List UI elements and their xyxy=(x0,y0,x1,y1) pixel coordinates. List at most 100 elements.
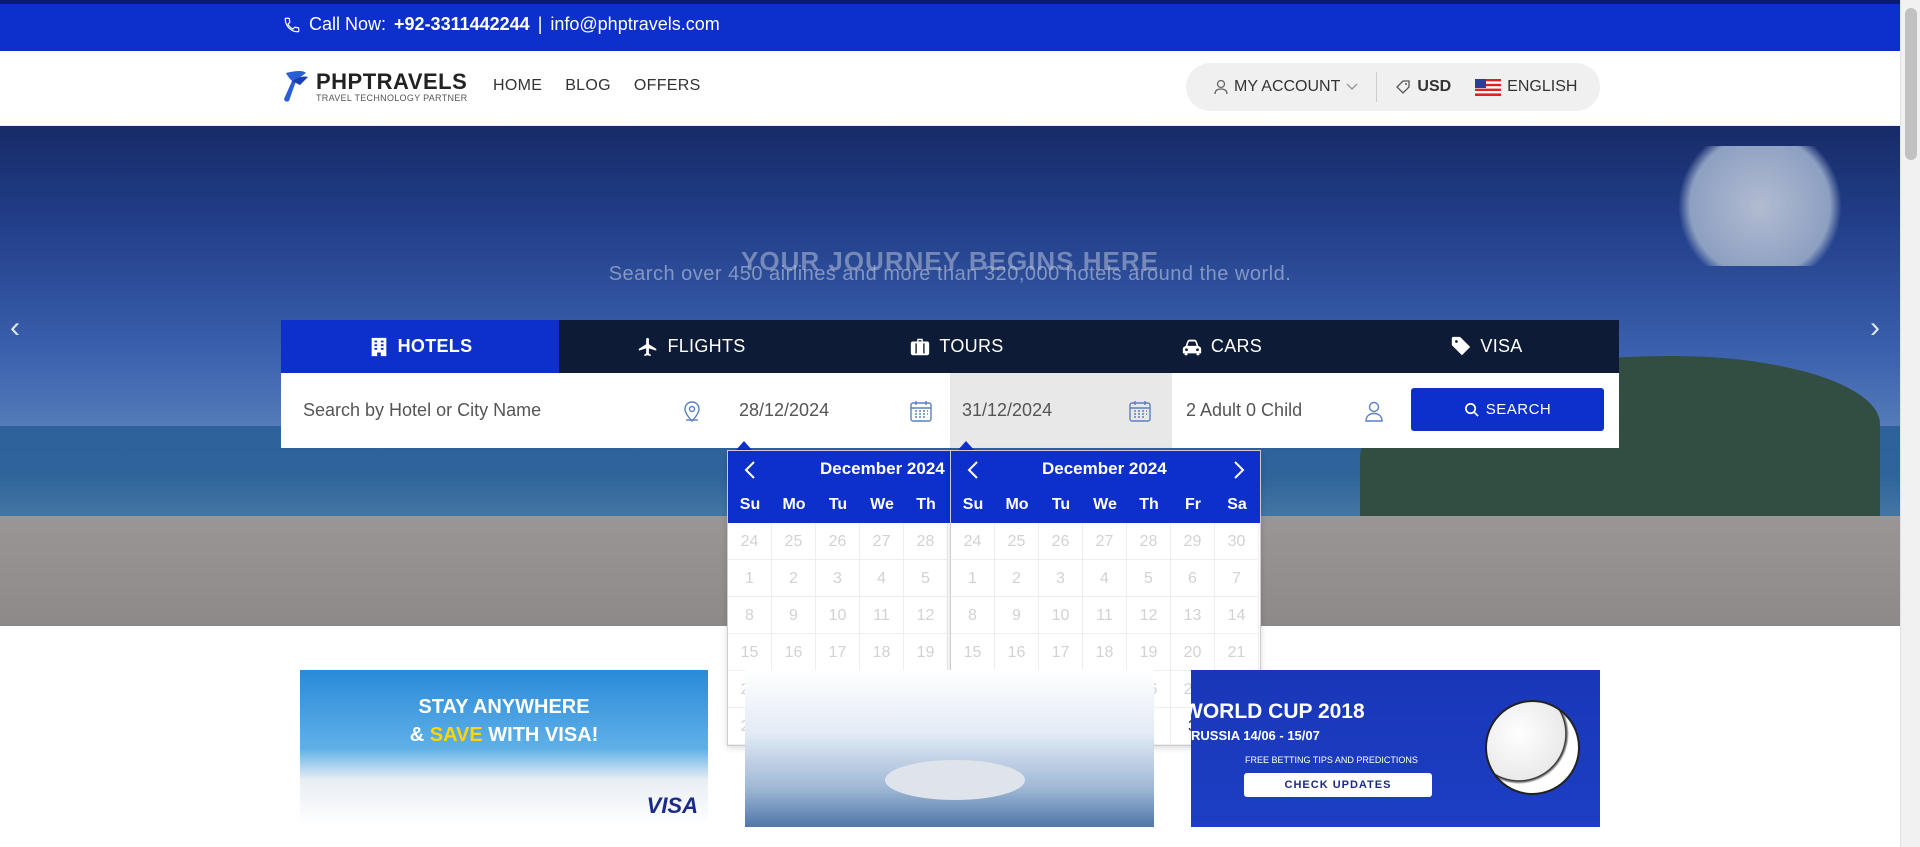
email-link[interactable]: info@phptravels.com xyxy=(550,14,719,35)
airplane-image xyxy=(885,760,1025,800)
checkin-date-field[interactable]: 28/12/2024 xyxy=(739,373,955,448)
plane-icon xyxy=(639,337,657,356)
checkout-day-cell: 6 xyxy=(1171,560,1215,597)
worldcup-promo-banner[interactable]: WORLD CUP 2018 RUSSIA 14/06 - 15/07 FREE… xyxy=(1191,670,1600,827)
user-icon xyxy=(1214,79,1228,95)
checkout-day-cell: 8 xyxy=(951,597,995,634)
check-updates-button[interactable]: CHECK UPDATES xyxy=(1244,773,1432,797)
checkout-weekday-row: Su Mo Tu We Th Fr Sa xyxy=(951,487,1260,523)
brand-name: PHPTRAVELS xyxy=(316,69,468,94)
location-pin-icon xyxy=(684,401,700,422)
tag-icon xyxy=(1452,336,1471,355)
nav-offers[interactable]: OFFERS xyxy=(634,77,701,95)
checkin-day-cell: 9 xyxy=(772,597,816,634)
city-search-placeholder: Search by Hotel or City Name xyxy=(303,400,542,420)
phone-number[interactable]: +92-3311442244 xyxy=(394,14,530,35)
checkout-weekday: Su xyxy=(962,496,984,513)
chevron-left-icon[interactable] xyxy=(967,461,979,479)
chevron-right-icon[interactable] xyxy=(1233,461,1245,479)
worldcup-dates: RUSSIA 14/06 - 15/07 xyxy=(1191,728,1320,743)
calendar-icon xyxy=(1129,401,1151,422)
contact-separator: | xyxy=(537,14,543,34)
chevron-left-icon[interactable] xyxy=(744,461,756,479)
checkin-day-cell: 17 xyxy=(816,634,860,671)
account-divider xyxy=(1376,72,1378,102)
checkin-weekday: Th xyxy=(916,496,936,513)
main-navbar: PHPTRAVELS TRAVEL TECHNOLOGY PARTNER HOM… xyxy=(0,51,1900,126)
checkin-day-cell: 1 xyxy=(728,560,772,597)
checkin-day-cell: 2 xyxy=(772,560,816,597)
hero-prev-arrow[interactable]: ‹ xyxy=(10,311,20,345)
checkin-day-cell: 19 xyxy=(904,634,948,671)
checkout-day-cell: 16 xyxy=(995,634,1039,671)
checkout-day-cell: 29 xyxy=(1171,523,1215,560)
search-button-label: SEARCH xyxy=(1485,401,1552,418)
checkout-day-cell: 13 xyxy=(1171,597,1215,634)
checkin-day-cell: 26 xyxy=(816,523,860,560)
brand-tagline: TRAVEL TECHNOLOGY PARTNER xyxy=(316,93,468,103)
checkin-day-cell: 11 xyxy=(860,597,904,634)
soccer-ball-icon xyxy=(1485,700,1580,795)
tab-flights-label: FLIGHTS xyxy=(667,336,746,356)
checkout-calendar-header: December 2024 xyxy=(951,451,1260,487)
checkin-date-value: 28/12/2024 xyxy=(739,400,830,420)
checkout-day-cell: 9 xyxy=(995,597,1039,634)
checkout-date-field[interactable]: 31/12/2024 xyxy=(950,373,1172,448)
checkin-day-cell: 27 xyxy=(860,523,904,560)
hero-subtitle: Search over 450 airlines and more than 3… xyxy=(608,263,1292,285)
tab-hotels[interactable]: HOTELS xyxy=(281,320,559,373)
checkin-calendar-header: December 2024 xyxy=(728,451,952,487)
checkin-caret xyxy=(736,441,752,450)
tab-flights[interactable]: FLIGHTS xyxy=(559,320,824,373)
checkout-day-cell: 2 xyxy=(995,560,1039,597)
checkin-weekday: Tu xyxy=(828,496,848,513)
hero-next-arrow[interactable]: › xyxy=(1870,311,1880,345)
top-contact-bar: Call Now: +92-3311442244 | info@phptrave… xyxy=(0,0,1900,51)
logo-mark-icon xyxy=(284,71,308,102)
brand-logo[interactable]: PHPTRAVELS TRAVEL TECHNOLOGY PARTNER xyxy=(280,67,467,107)
checkin-day-cell: 18 xyxy=(860,634,904,671)
checkout-date-value: 31/12/2024 xyxy=(962,400,1053,420)
checkout-day-cell: 1 xyxy=(951,560,995,597)
suitcase-icon xyxy=(911,338,930,355)
scrollbar-thumb[interactable] xyxy=(1905,8,1917,160)
search-icon xyxy=(1464,403,1479,417)
flight-promo-banner[interactable] xyxy=(745,670,1154,827)
language-selector[interactable]: ENGLISH xyxy=(1475,78,1577,96)
checkin-day-cell: 5 xyxy=(904,560,948,597)
checkin-day-cell: 15 xyxy=(728,634,772,671)
visa-promo-banner[interactable]: STAY ANYWHERE & SAVE WITH VISA! VISA xyxy=(300,670,708,827)
tab-visa-label: VISA xyxy=(1480,336,1523,356)
checkout-weekday: Sa xyxy=(1227,496,1247,513)
checkout-day-cell: 5 xyxy=(1127,560,1171,597)
tab-visa[interactable]: VISA xyxy=(1354,320,1619,373)
hotel-search-form: Search by Hotel or City Name 28/12/2024 … xyxy=(281,373,1619,448)
us-flag-icon xyxy=(1475,78,1502,96)
checkout-day-cell: 18 xyxy=(1083,634,1127,671)
nav-blog[interactable]: BLOG xyxy=(565,77,611,95)
checkout-day-cell: 14 xyxy=(1215,597,1259,634)
worldcup-tips: FREE BETTING TIPS AND PREDICTIONS xyxy=(1245,755,1418,765)
page-scrollbar[interactable] xyxy=(1900,0,1920,847)
my-account-label: MY ACCOUNT xyxy=(1234,78,1341,95)
checkin-day-cell: 25 xyxy=(772,523,816,560)
checkin-day-cell: 10 xyxy=(816,597,860,634)
tab-cars-label: CARS xyxy=(1210,336,1263,356)
tab-cars[interactable]: CARS xyxy=(1089,320,1354,373)
nav-home[interactable]: HOME xyxy=(493,77,542,95)
visa-banner-line2: & SAVE WITH VISA! xyxy=(409,724,599,746)
tab-tours-label: TOURS xyxy=(939,336,1004,356)
checkin-day-cell: 4 xyxy=(860,560,904,597)
checkout-day-cell: 12 xyxy=(1127,597,1171,634)
checkout-weekday: Tu xyxy=(1051,496,1071,513)
search-button[interactable]: SEARCH xyxy=(1411,388,1604,431)
visa-logo: VISA xyxy=(646,793,698,818)
checkout-weekday: Mo xyxy=(1005,496,1029,513)
checkin-weekday: Mo xyxy=(782,496,806,513)
currency-selector[interactable]: USD xyxy=(1395,78,1451,96)
tab-tours[interactable]: TOURS xyxy=(824,320,1089,373)
my-account-dropdown[interactable]: MY ACCOUNT xyxy=(1214,78,1358,96)
worldcup-title: WORLD CUP 2018 xyxy=(1191,700,1365,723)
guests-field[interactable]: 2 Adult 0 Child xyxy=(1186,373,1396,448)
car-icon xyxy=(1182,339,1202,355)
